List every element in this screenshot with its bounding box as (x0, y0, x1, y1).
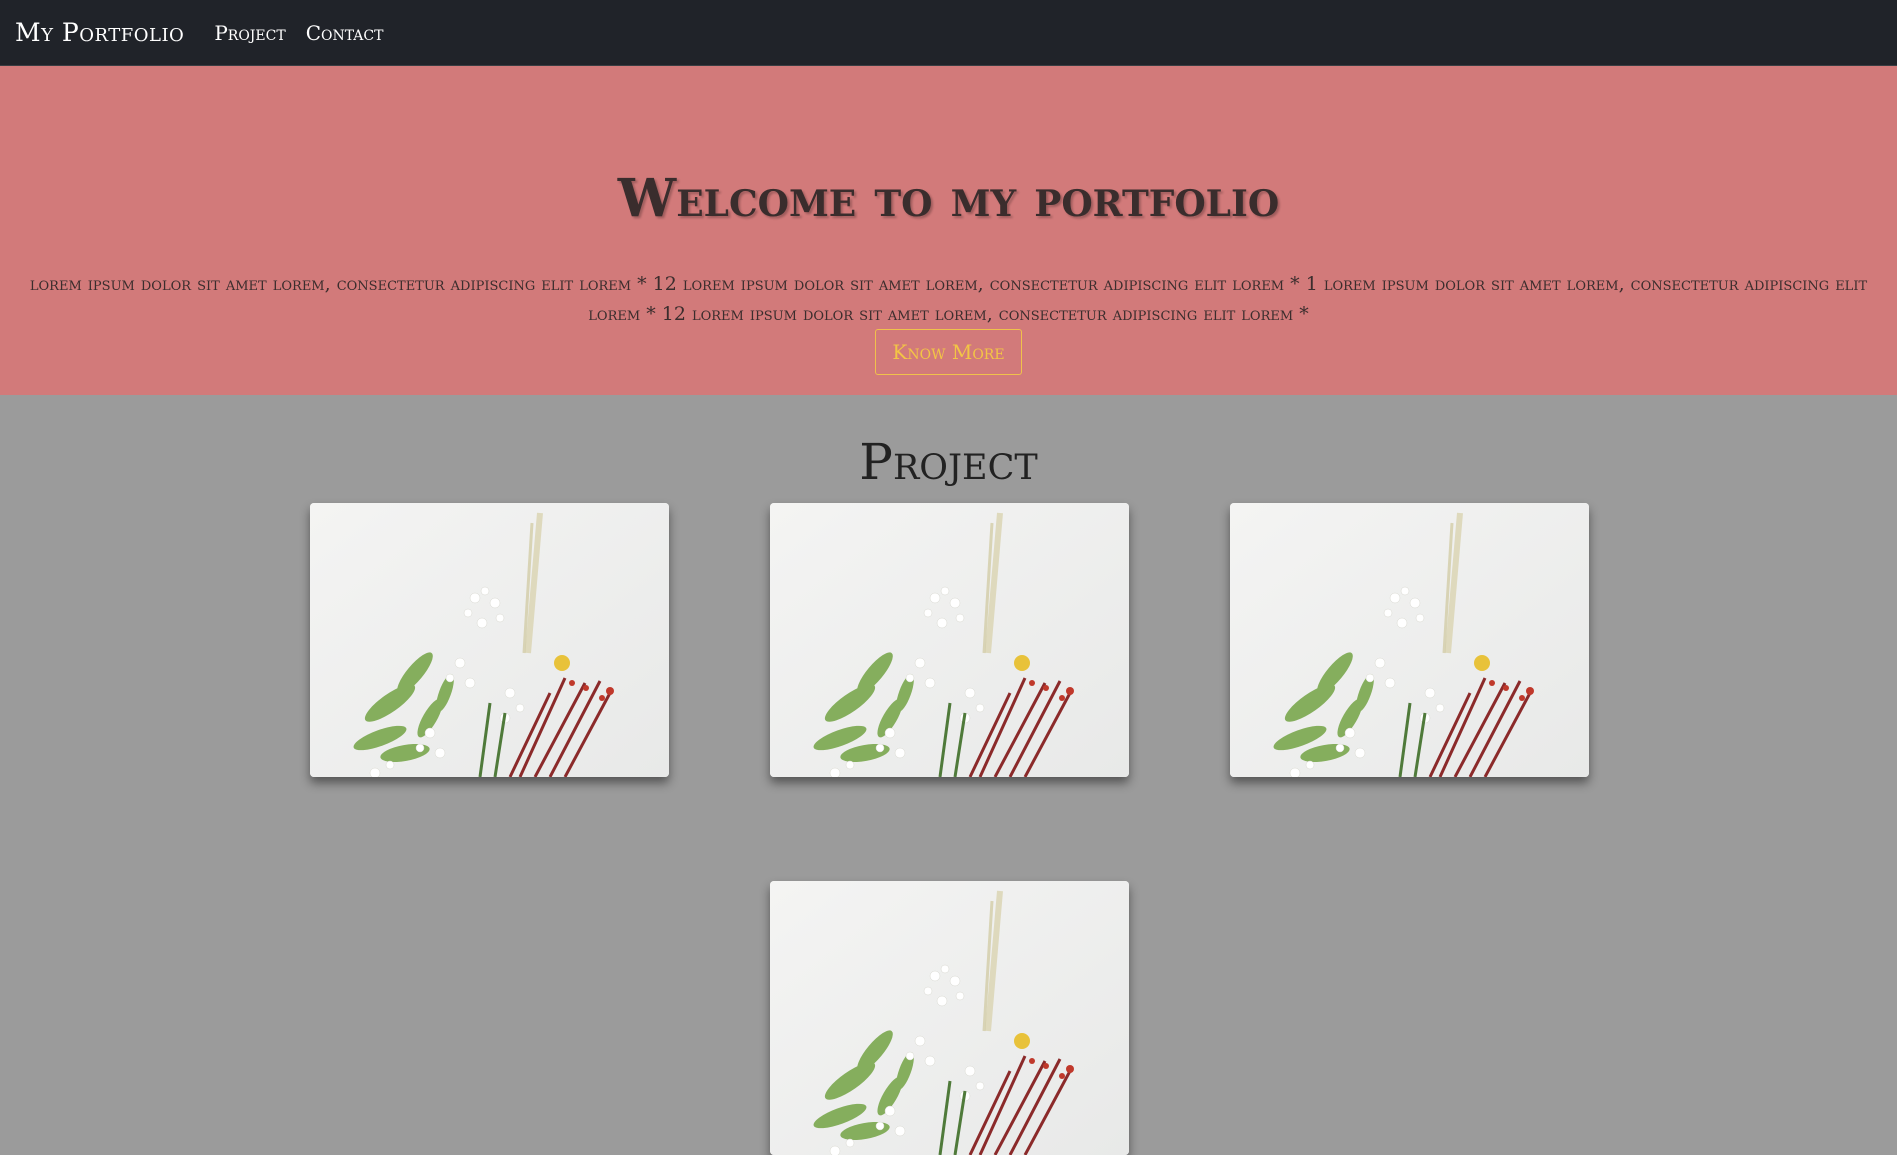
nav-link-project[interactable]: Project (214, 21, 285, 45)
flower-bouquet-image (770, 503, 1129, 777)
navbar: My Portfolio Project Contact (0, 0, 1897, 66)
hero-text: lorem ipsum dolor sit amet lorem, consec… (29, 273, 1868, 325)
nav-link-contact[interactable]: Contact (306, 21, 384, 45)
hero-title: Welcome to my portfolio (617, 168, 1280, 229)
know-more-button[interactable]: Know More (875, 329, 1022, 375)
hero-button-wrap: Know More (0, 329, 1897, 375)
project-card-4[interactable] (770, 881, 1129, 1155)
brand-link[interactable]: My Portfolio (15, 18, 184, 47)
project-card-2[interactable] (770, 503, 1129, 777)
project-card-3[interactable] (1230, 503, 1589, 777)
flower-bouquet-image (1230, 503, 1589, 777)
projects-section: Project (0, 395, 1897, 1155)
flower-bouquet-image (310, 503, 669, 777)
hero-section: Welcome to my portfolio lorem ipsum dolo… (0, 66, 1897, 395)
flower-bouquet-image (770, 881, 1129, 1155)
projects-title: Project (859, 433, 1038, 491)
project-card-1[interactable] (310, 503, 669, 777)
